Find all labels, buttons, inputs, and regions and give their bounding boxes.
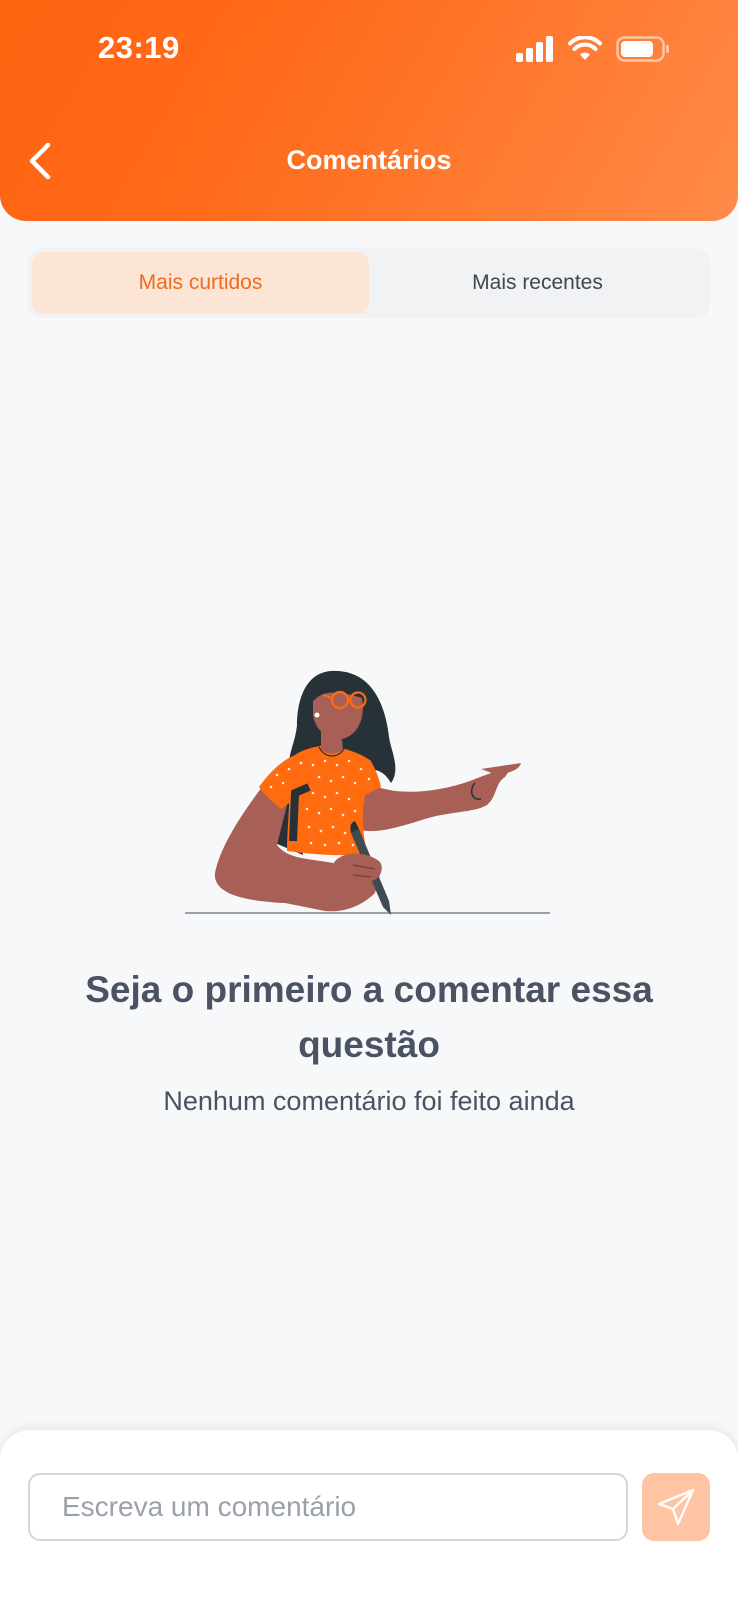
page-title: Comentários: [286, 145, 452, 175]
status-bar-icons: [516, 36, 670, 62]
comment-composer: [0, 1430, 738, 1600]
tab-mais-recentes[interactable]: Mais recentes: [369, 252, 706, 314]
comment-input[interactable]: [28, 1473, 628, 1541]
app-header: 23:19 Comentários: [0, 0, 738, 221]
woman-pointing-illustration: [185, 670, 550, 915]
empty-state-title: Seja o primeiro a comentar essa questão: [85, 969, 653, 1065]
status-bar-time: 23:19: [98, 30, 180, 65]
battery-icon: [616, 36, 669, 62]
sort-tabs: Mais curtidos Mais recentes: [28, 248, 710, 318]
empty-state-subtitle: Nenhum comentário foi feito ainda: [163, 1086, 575, 1116]
tab-mais-curtidos[interactable]: Mais curtidos: [32, 252, 369, 314]
paper-plane-icon: [657, 1488, 695, 1526]
wifi-icon: [568, 36, 602, 60]
cellular-signal-icon: [516, 36, 553, 62]
send-button[interactable]: [642, 1473, 710, 1541]
